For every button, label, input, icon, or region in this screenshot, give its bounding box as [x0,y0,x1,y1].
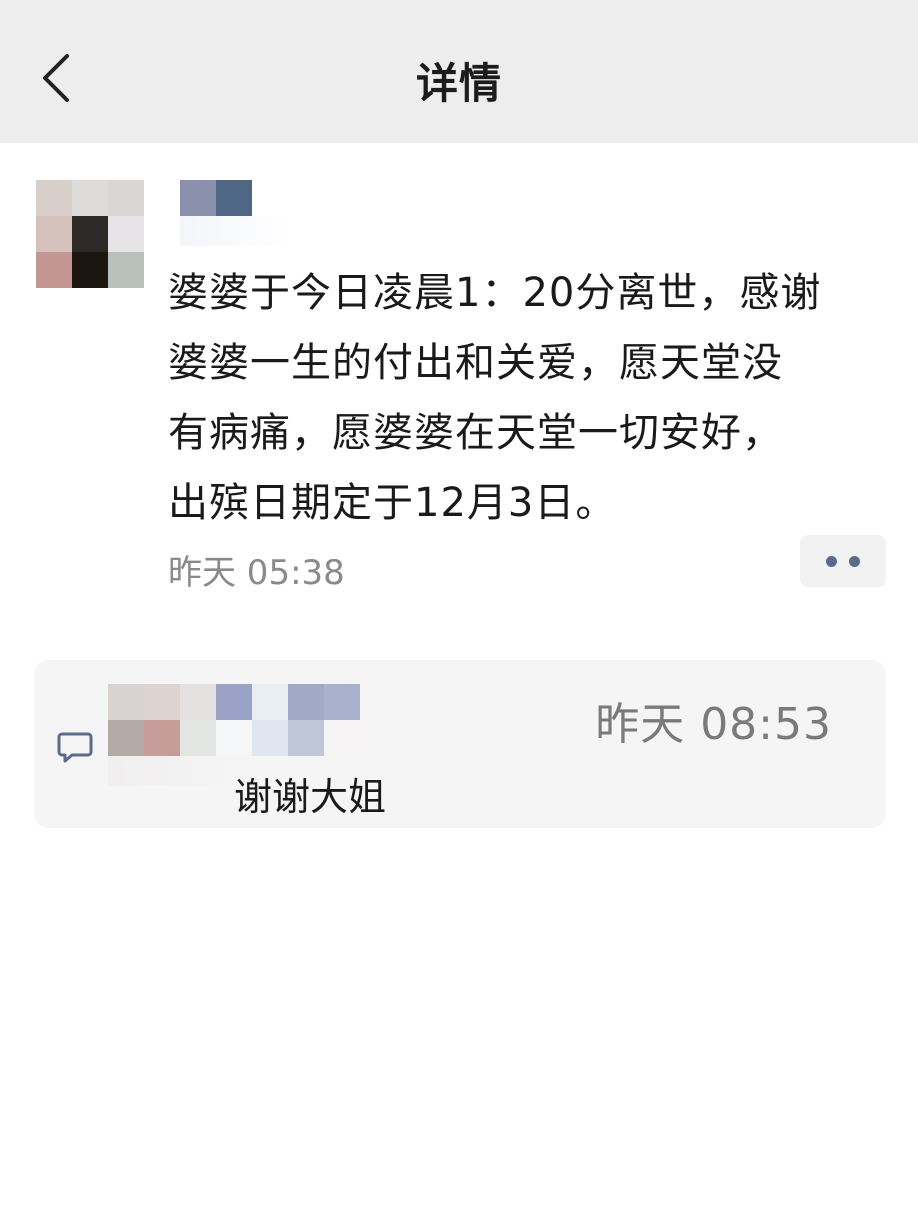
comment-icon [57,732,93,763]
avatar[interactable] [36,180,144,288]
post-timestamp: 昨天 05:38 [168,553,345,593]
more-dots-icon [826,555,837,567]
comment-content: 谢谢大姐 [234,775,387,819]
comment-timestamp: 昨天 08:53 [595,699,832,750]
page-title: 详情 [415,59,502,108]
post-content: 婆婆于今日凌晨1：20分离世，感谢 婆婆一生的付出和关爱，愿天堂没 有病痛，愿婆… [168,270,822,526]
poster-name-redacted[interactable] [180,180,290,250]
more-actions-button[interactable] [800,535,886,587]
more-dots-icon [849,555,860,567]
header-bar: 详情 [0,0,918,143]
comment-card[interactable]: 昨天 08:53 谢谢大姐 [34,660,886,828]
